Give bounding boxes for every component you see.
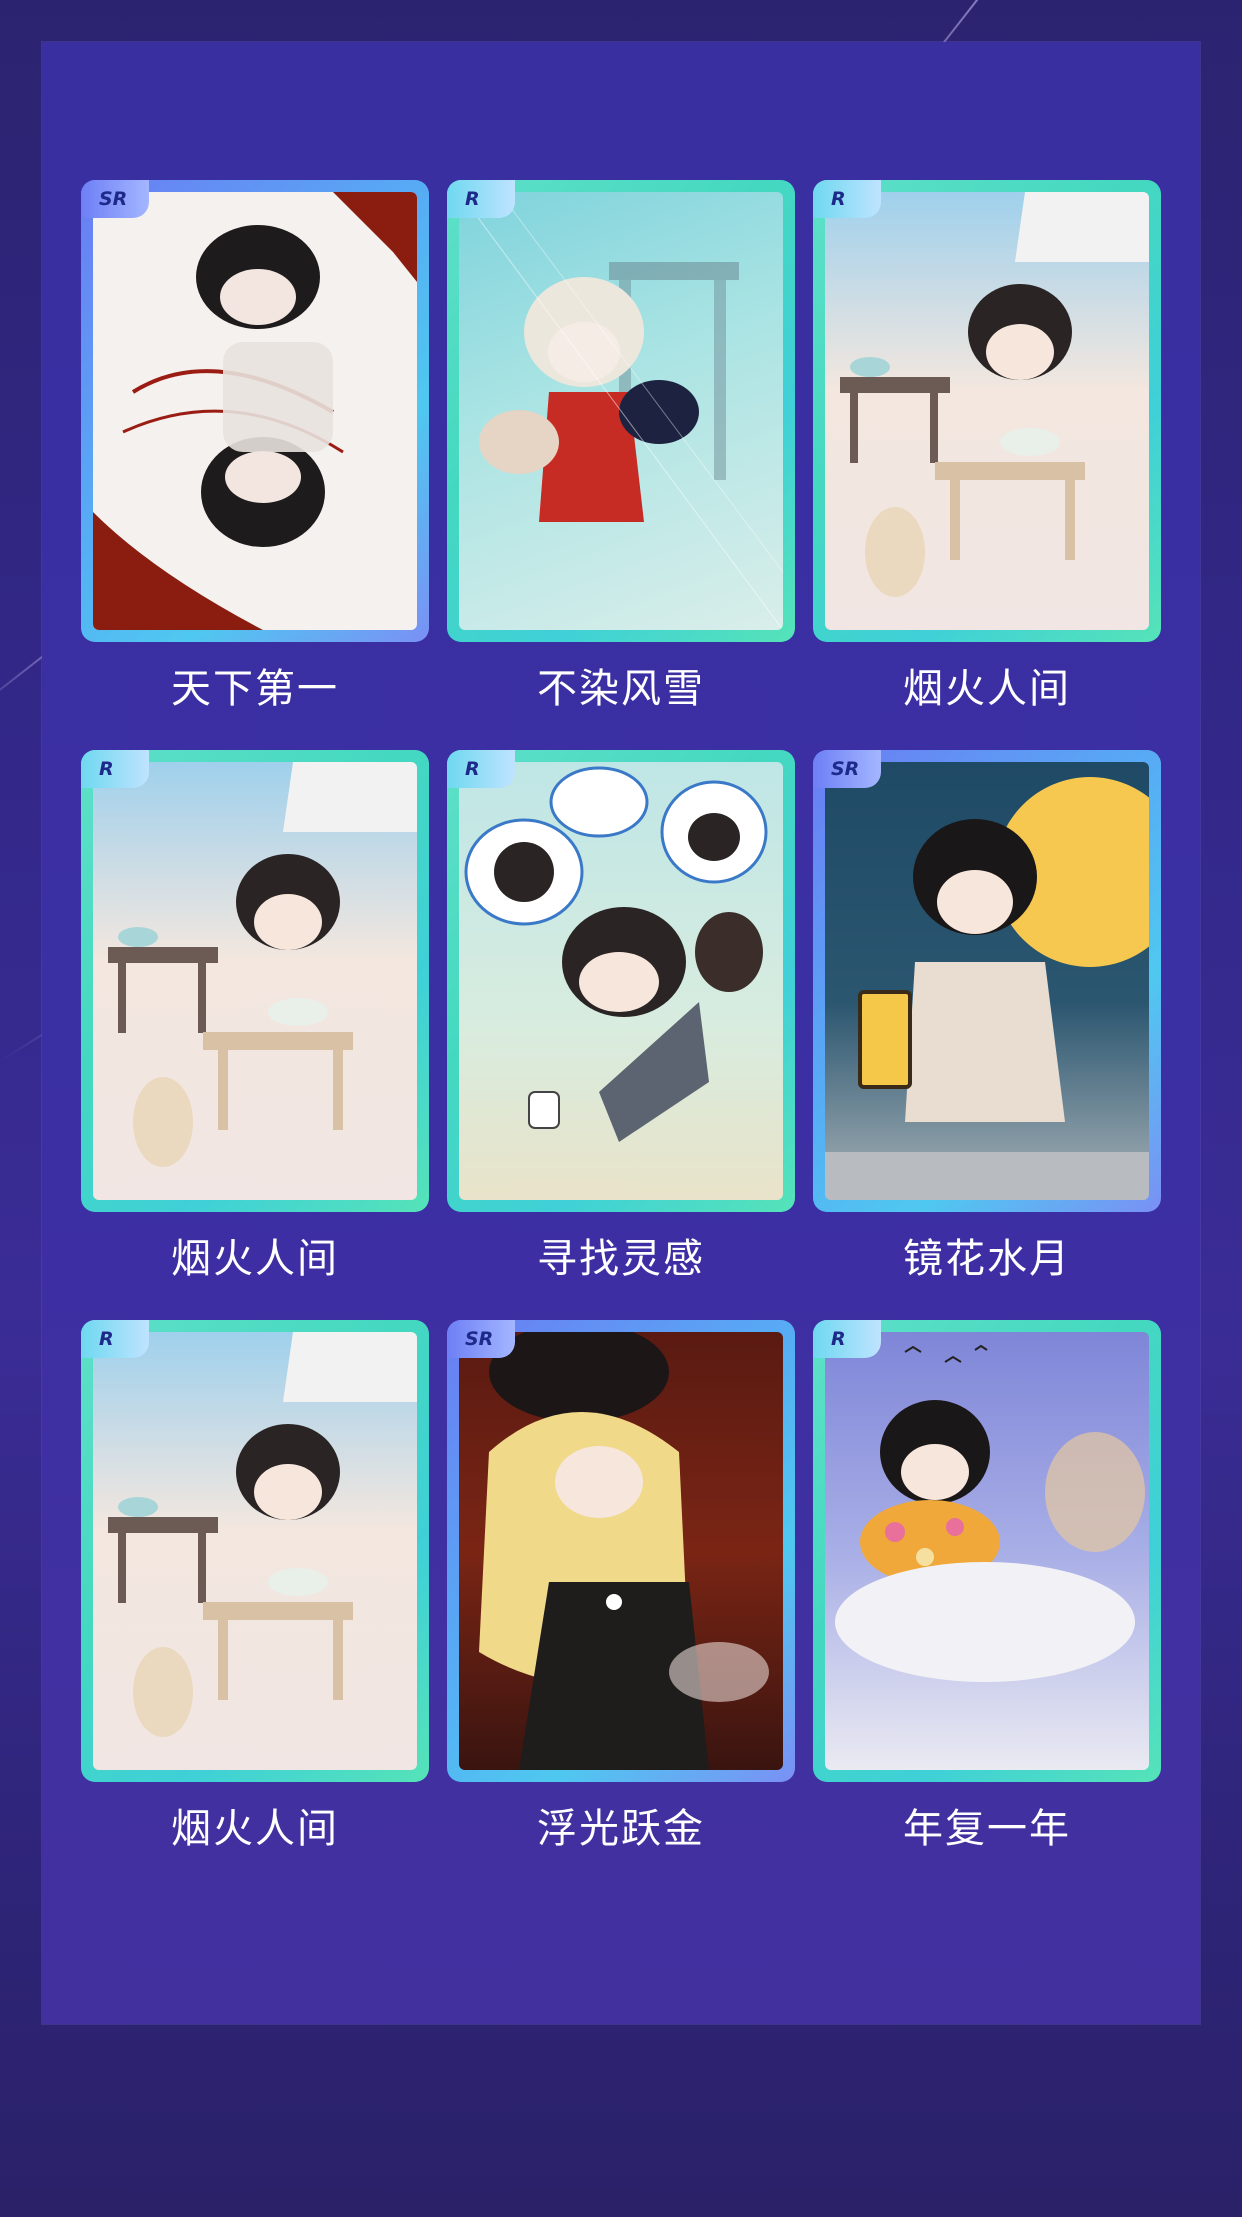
card-frame[interactable]: SR: [813, 750, 1161, 1212]
golden-haired-figure-illustration: [459, 1332, 783, 1770]
card-title: 镜花水月: [903, 1236, 1071, 1282]
card-title: 浮光跃金: [537, 1806, 705, 1852]
card-frame[interactable]: SR: [447, 1320, 795, 1782]
card-title: 寻找灵感: [537, 1236, 705, 1282]
rarity-badge: R: [81, 1320, 149, 1358]
ink-swordsman-illustration: [93, 192, 417, 630]
card-item[interactable]: SR 天下第一: [81, 180, 429, 720]
card-item[interactable]: R 烟火人间: [81, 1320, 429, 1860]
card-item[interactable]: R 烟火人间: [813, 180, 1161, 720]
card-title: 不染风雪: [537, 666, 705, 712]
card-frame[interactable]: R: [447, 180, 795, 642]
card-frame[interactable]: R: [81, 750, 429, 1212]
dining-boy-with-cat-illustration: [93, 1332, 417, 1770]
boy-at-laptop-illustration: [459, 762, 783, 1200]
rarity-badge: R: [447, 180, 515, 218]
card-title: 烟火人间: [171, 1236, 339, 1282]
boy-with-flowers-illustration: [825, 1332, 1149, 1770]
card-frame[interactable]: SR: [81, 180, 429, 642]
dining-boy-with-cat-illustration: [93, 762, 417, 1200]
card-frame[interactable]: R: [813, 1320, 1161, 1782]
card-item[interactable]: R 不染风雪: [447, 180, 795, 720]
dining-boy-with-cat-illustration: [825, 192, 1149, 630]
card-item[interactable]: SR 镜花水月: [813, 750, 1161, 1290]
card-title: 烟火人间: [171, 1806, 339, 1852]
rarity-badge: SR: [447, 1320, 515, 1358]
card-item[interactable]: R 烟火人间: [81, 750, 429, 1290]
rarity-badge: R: [81, 750, 149, 788]
card-item[interactable]: R 年复一年: [813, 1320, 1161, 1860]
card-item[interactable]: R 寻找灵感: [447, 750, 795, 1290]
rarity-badge: R: [813, 1320, 881, 1358]
moon-lantern-girl-illustration: [825, 762, 1149, 1200]
rarity-badge: R: [813, 180, 881, 218]
card-title: 烟火人间: [903, 666, 1071, 712]
card-title: 天下第一: [171, 666, 339, 712]
rarity-badge: SR: [81, 180, 149, 218]
card-item[interactable]: SR 浮光跃金: [447, 1320, 795, 1860]
card-frame[interactable]: R: [81, 1320, 429, 1782]
card-title: 年复一年: [903, 1806, 1071, 1852]
rarity-badge: SR: [813, 750, 881, 788]
white-haired-girl-illustration: [459, 192, 783, 630]
rarity-badge: R: [447, 750, 515, 788]
card-frame[interactable]: R: [447, 750, 795, 1212]
card-frame[interactable]: R: [813, 180, 1161, 642]
